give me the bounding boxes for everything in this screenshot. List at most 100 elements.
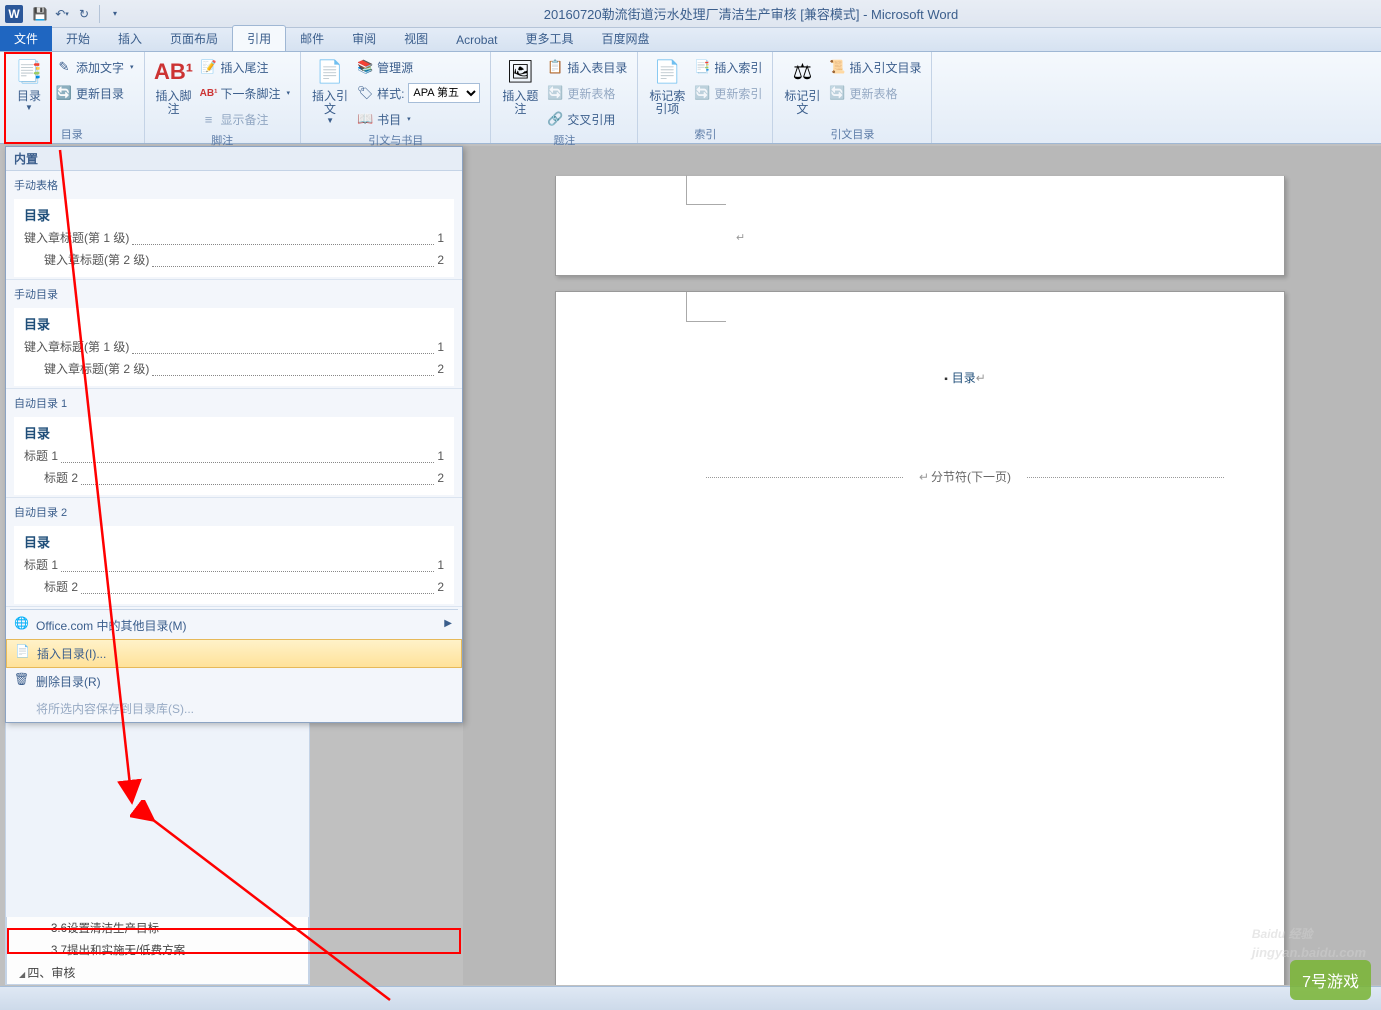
table-figures-icon: 📋 [547, 59, 563, 75]
insert-index-button[interactable]: 📑插入索引 [690, 56, 766, 78]
ribbon-group-captions: 🖼 插入题注 📋插入表目录 🔄更新表格 🔗交叉引用 题注 [491, 52, 638, 143]
save-gallery-label: 将所选内容保存到目录库(S)... [36, 702, 194, 716]
insert-caption-button[interactable]: 🖼 插入题注 [497, 54, 543, 116]
tab-review[interactable]: 审阅 [338, 26, 390, 51]
auto1-preview: 目录 标题 11 标题 22 [14, 417, 454, 495]
update-index-button[interactable]: 🔄更新索引 [690, 82, 766, 104]
dropdown-item-manual-toc[interactable]: 手动目录 目录 键入章标题(第 1 级)1 键入章标题(第 2 级)2 [6, 280, 462, 389]
update-table-icon: 🔄 [547, 85, 563, 101]
dropdown-item-manual-table[interactable]: 手动表格 目录 键入章标题(第 1 级)1 键入章标题(第 2 级)2 [6, 171, 462, 280]
xref-icon: 🔗 [547, 111, 563, 127]
next-footnote-button[interactable]: AB¹下一条脚注▾ [197, 82, 295, 104]
insert-citation-label: 插入引文 [307, 90, 353, 116]
next-footnote-label: 下一条脚注 [221, 85, 281, 102]
mark-index-button[interactable]: 📄 标记索引项 [644, 54, 690, 116]
auto2-title: 自动目录 2 [14, 504, 454, 520]
chevron-down-icon: ▼ [326, 116, 334, 125]
tab-insert[interactable]: 插入 [104, 26, 156, 51]
title-bar: W 💾 ↶▾ ↻ ▾ 20160720勒流街道污水处理厂清洁生产审核 [兼容模式… [0, 0, 1381, 28]
insert-caption-label: 插入题注 [497, 90, 543, 116]
status-bar [0, 986, 1381, 1010]
tab-acrobat[interactable]: Acrobat [442, 29, 511, 51]
tab-more-tools[interactable]: 更多工具 [511, 26, 587, 51]
tab-mailings[interactable]: 邮件 [286, 26, 338, 51]
insert-toc-label: 插入目录(I)... [37, 647, 106, 661]
insert-authorities-button[interactable]: 📜插入引文目录 [825, 56, 925, 78]
mark-citation-button[interactable]: ⚖ 标记引文 [779, 54, 825, 116]
qat-undo-icon[interactable]: ↶▾ [52, 4, 72, 24]
update-toc-label: 更新目录 [76, 85, 124, 102]
nav-item[interactable]: ◢ 四、审核 [7, 961, 308, 984]
toc-button[interactable]: 📑 目录 ▼ [6, 54, 52, 112]
update-toc-button[interactable]: 🔄更新目录 [52, 82, 138, 104]
insert-toc-icon: 📄 [15, 644, 31, 660]
qat-customize-icon[interactable]: ▾ [105, 4, 125, 24]
toc-dropdown-panel: 内置 手动表格 目录 键入章标题(第 1 级)1 键入章标题(第 2 级)2 手… [5, 146, 463, 723]
update-icon: 🔄 [56, 85, 72, 101]
insert-footnote-button[interactable]: AB¹ 插入脚注 [151, 54, 197, 116]
qat-redo-icon[interactable]: ↻ [74, 4, 94, 24]
dropdown-item-auto2[interactable]: 自动目录 2 目录 标题 11 标题 22 [6, 498, 462, 607]
insert-index-label: 插入索引 [714, 59, 762, 76]
xref-label: 交叉引用 [567, 111, 615, 128]
style-select[interactable]: 🏷样式: APA 第五 [353, 82, 484, 104]
nav-item[interactable]: 3.7提出和实施无/低费方案 [7, 939, 308, 961]
mark-citation-icon: ⚖ [786, 56, 818, 88]
dropdown-section-builtin: 内置 [6, 147, 462, 171]
manage-sources-button[interactable]: 📚管理源 [353, 56, 484, 78]
word-app-icon: W [5, 5, 23, 23]
mark-citation-label: 标记引文 [779, 90, 825, 116]
group-label-toc: 目录 [6, 124, 138, 143]
dropdown-office-more[interactable]: 🌐 Office.com 中的其他目录(M) ▶ [6, 612, 462, 639]
page-footer-mark [686, 175, 726, 205]
authorities-label: 插入引文目录 [849, 59, 921, 76]
cross-ref-button[interactable]: 🔗交叉引用 [543, 108, 631, 130]
update-table-label: 更新表格 [567, 85, 615, 102]
dropdown-separator [10, 609, 458, 610]
bibliography-button[interactable]: 📖书目▾ [353, 108, 484, 130]
document-area: ↵ ▪ 目录↵ ↵分节符(下一页) [463, 146, 1381, 985]
tab-references[interactable]: 引用 [232, 25, 286, 51]
bullet-icon: ▪ [944, 374, 948, 385]
show-notes-button[interactable]: ≡显示备注 [197, 108, 295, 130]
qat-separator [99, 5, 100, 23]
style-label: 样式: [377, 85, 404, 102]
tab-baidu[interactable]: 百度网盘 [588, 26, 664, 51]
update-authorities-button[interactable]: 🔄更新表格 [825, 82, 925, 104]
show-notes-label: 显示备注 [221, 111, 269, 128]
nav-item[interactable]: 3.6设置清洁生产目标 [7, 917, 308, 939]
add-text-button[interactable]: ✎添加文字▾ [52, 56, 138, 78]
style-dropdown[interactable]: APA 第五 [408, 83, 480, 103]
insert-index-icon: 📑 [694, 59, 710, 75]
update-auth-label: 更新表格 [849, 85, 897, 102]
auto1-title: 自动目录 1 [14, 395, 454, 411]
insert-endnote-button[interactable]: 📝插入尾注 [197, 56, 295, 78]
update-table-button[interactable]: 🔄更新表格 [543, 82, 631, 104]
dropdown-item-auto1[interactable]: 自动目录 1 目录 标题 11 标题 22 [6, 389, 462, 498]
update-auth-icon: 🔄 [829, 85, 845, 101]
tab-home[interactable]: 开始 [52, 26, 104, 51]
insert-citation-button[interactable]: 📄 插入引文 ▼ [307, 54, 353, 125]
page-header-mark [686, 292, 726, 322]
ribbon-group-authorities: ⚖ 标记引文 📜插入引文目录 🔄更新表格 引文目录 [773, 52, 932, 143]
style-icon: 🏷 [357, 85, 373, 101]
page-2[interactable]: ▪ 目录↵ ↵分节符(下一页) [555, 291, 1285, 985]
ribbon-group-footnote: AB¹ 插入脚注 📝插入尾注 AB¹下一条脚注▾ ≡显示备注 脚注 [145, 52, 302, 143]
tab-layout[interactable]: 页面布局 [156, 26, 232, 51]
tab-view[interactable]: 视图 [390, 26, 442, 51]
insert-table-figures-button[interactable]: 📋插入表目录 [543, 56, 631, 78]
footnote-icon: AB¹ [158, 56, 190, 88]
insert-footnote-label: 插入脚注 [151, 90, 197, 116]
auto2-preview: 目录 标题 11 标题 22 [14, 526, 454, 604]
remove-toc-icon: 🗑 [14, 672, 30, 688]
dropdown-save-gallery[interactable]: 将所选内容保存到目录库(S)... [6, 695, 462, 722]
mark-index-label: 标记索引项 [647, 90, 687, 116]
group-label-index: 索引 [644, 124, 766, 143]
group-label-authorities: 引文目录 [779, 124, 925, 143]
ribbon-tabs: 文件 开始 插入 页面布局 引用 邮件 审阅 视图 Acrobat 更多工具 百… [0, 28, 1381, 52]
dropdown-remove-toc[interactable]: 🗑 删除目录(R) [6, 668, 462, 695]
page-2-content: ▪ 目录↵ ↵分节符(下一页) [556, 292, 1284, 485]
qat-save-icon[interactable]: 💾 [30, 4, 50, 24]
tab-file[interactable]: 文件 [0, 26, 52, 51]
dropdown-insert-toc[interactable]: 📄 插入目录(I)... [6, 639, 462, 668]
